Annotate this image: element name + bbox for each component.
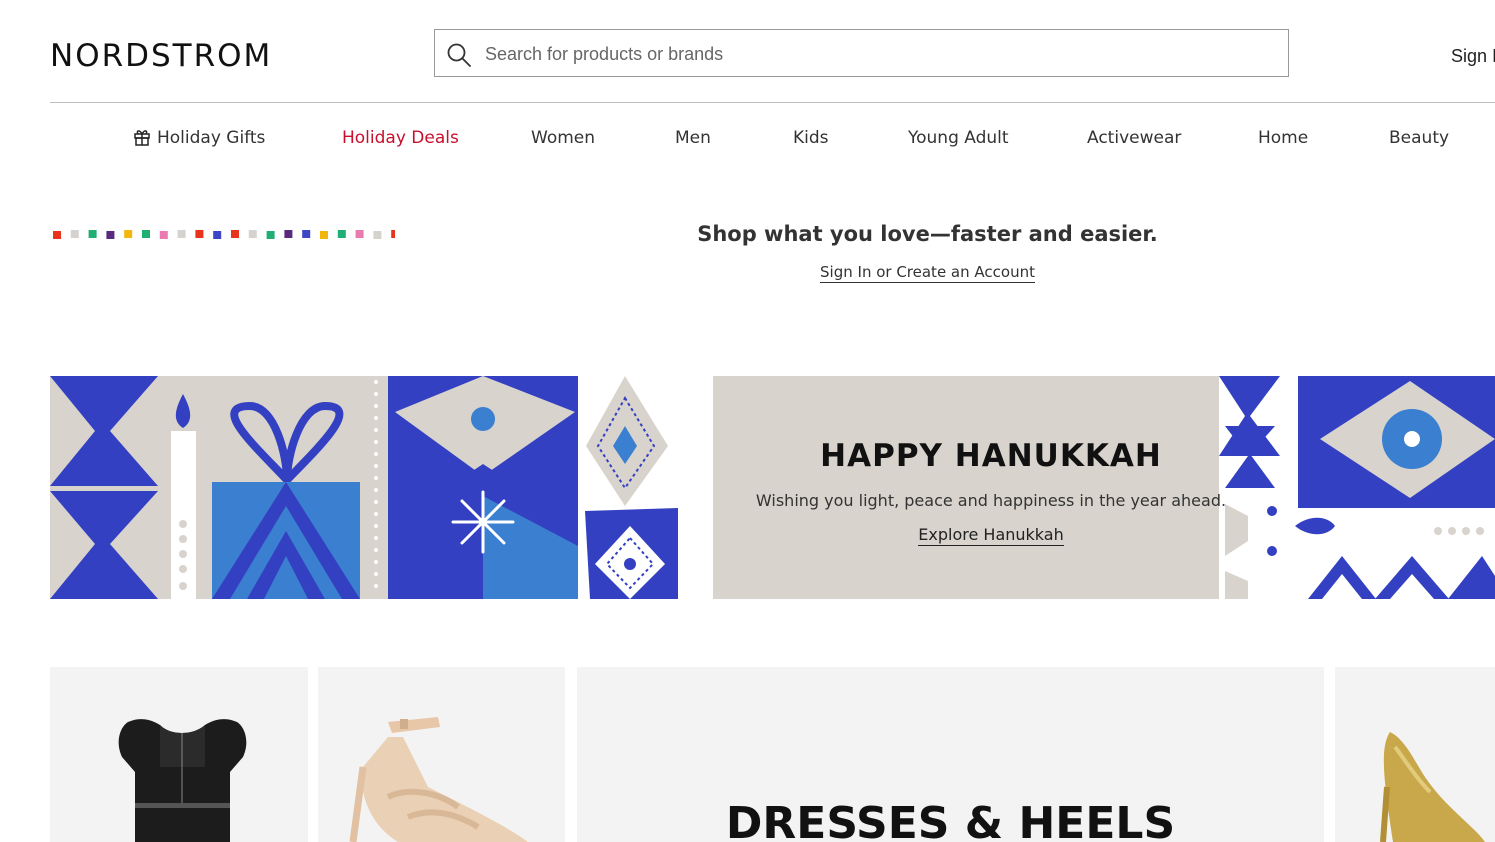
confetti-square (177, 230, 186, 238)
confetti-square (124, 230, 133, 238)
confetti-decoration (53, 230, 395, 239)
nav-women[interactable]: Women (531, 128, 595, 148)
confetti-square (213, 231, 222, 239)
explore-hanukkah-text[interactable]: Explore Hanukkah (918, 525, 1064, 546)
nav-beauty[interactable]: Beauty (1389, 128, 1449, 148)
nav-activewear[interactable]: Activewear (1087, 128, 1181, 148)
confetti-square (355, 230, 364, 238)
product-tiles: DRESSES & HEELS (0, 667, 1495, 842)
confetti-square (248, 230, 257, 238)
promo-sign-in-link[interactable]: Sign In or Create an Account (600, 263, 1255, 283)
tile-nude-sandal[interactable] (318, 667, 565, 842)
tile-gold-pump[interactable] (1335, 667, 1495, 842)
banner-title: HAPPY HANUKKAH (820, 438, 1162, 474)
explore-hanukkah-link[interactable]: Explore Hanukkah (713, 525, 1269, 546)
nordstrom-logo[interactable]: NORDSTROM (50, 38, 272, 74)
header-divider (50, 102, 1495, 103)
gift-icon (134, 130, 150, 146)
confetti-square (70, 230, 79, 238)
nav-young-adult[interactable]: Young Adult (908, 128, 1009, 148)
banner-subtitle: Wishing you light, peace and happiness i… (755, 491, 1227, 510)
confetti-square (195, 230, 204, 238)
banner-text-panel: HAPPY HANUKKAH Wishing you light, peace … (713, 376, 1269, 599)
sign-in-link[interactable]: Sign In (1451, 46, 1495, 67)
black-dress-image (118, 719, 247, 842)
hanukkah-banner[interactable]: HAPPY HANUKKAH Wishing you light, peace … (50, 376, 1495, 599)
nav-kids[interactable]: Kids (793, 128, 829, 148)
confetti-square (337, 230, 346, 238)
promo-link-text[interactable]: Sign In or Create an Account (820, 263, 1035, 283)
confetti-square (53, 231, 61, 239)
main-nav: Holiday Gifts Holiday Deals Women Men Ki… (0, 124, 1495, 156)
nav-label: Holiday Gifts (157, 128, 266, 148)
tile-dresses-heels-feature[interactable]: DRESSES & HEELS (577, 667, 1324, 842)
confetti-square (373, 231, 382, 239)
confetti-square (231, 230, 239, 238)
search-bar[interactable] (434, 29, 1289, 77)
confetti-square (320, 231, 328, 239)
site-header: NORDSTROM Sign In (0, 0, 1495, 104)
confetti-square (142, 230, 150, 238)
confetti-square (284, 230, 293, 238)
gold-pump-image (1380, 732, 1485, 842)
confetti-square (302, 230, 311, 238)
search-input[interactable] (483, 38, 1267, 70)
confetti-square (391, 230, 395, 238)
tile-heading: DRESSES & HEELS (725, 798, 1176, 842)
promo-headline: Shop what you love—faster and easier. (697, 222, 1158, 246)
search-icon[interactable] (446, 42, 472, 68)
nav-holiday-deals[interactable]: Holiday Deals (342, 128, 459, 148)
confetti-square (159, 231, 168, 239)
confetti-square (106, 231, 115, 239)
nav-men[interactable]: Men (675, 128, 711, 148)
nude-sandal-image (349, 717, 528, 842)
confetti-square (88, 230, 97, 238)
confetti-square (266, 231, 275, 239)
tile-black-lace-dress[interactable] (50, 667, 308, 842)
nav-holiday-gifts[interactable]: Holiday Gifts (133, 128, 265, 148)
nav-home[interactable]: Home (1258, 128, 1308, 148)
